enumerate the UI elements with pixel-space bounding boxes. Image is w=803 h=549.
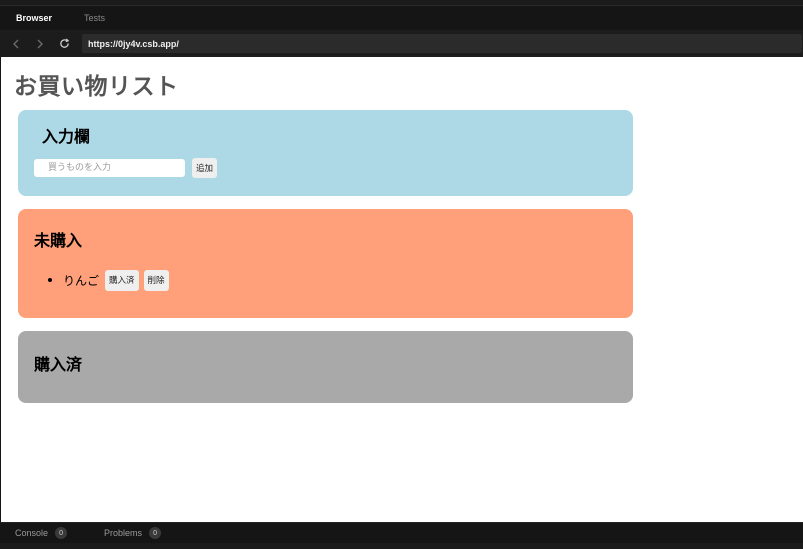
browser-viewport: お買い物リスト 入力欄 追加 未購入 りんご 購入済 削除 購入済	[1, 57, 803, 522]
item-input[interactable]	[34, 159, 185, 177]
status-bar: Console 0 Problems 0	[0, 522, 803, 543]
page-title: お買い物リスト	[14, 74, 179, 100]
tab-browser[interactable]: Browser	[0, 6, 68, 30]
pending-list: りんご 購入済 削除	[48, 269, 169, 291]
purchased-section: 購入済	[18, 331, 633, 403]
pending-section: 未購入 りんご 購入済 削除	[18, 209, 633, 318]
console-count-badge: 0	[55, 527, 68, 539]
console-tab[interactable]: Console 0	[15, 527, 68, 539]
item-name: りんご	[63, 273, 100, 288]
url-bar[interactable]: https://0jy4v.csb.app/	[82, 34, 802, 53]
delete-button[interactable]: 削除	[143, 269, 169, 291]
input-section-heading: 入力欄	[42, 127, 91, 146]
problems-count-badge: 0	[149, 527, 162, 539]
navigation-bar: https://0jy4v.csb.app/	[0, 30, 803, 57]
browser-frame: Browser Tests https://0jy4v.csb.app/ お買い…	[0, 0, 803, 549]
add-button[interactable]: 追加	[192, 158, 218, 178]
mark-purchased-button[interactable]: 購入済	[105, 269, 139, 291]
pending-section-heading: 未購入	[34, 231, 83, 250]
list-item: りんご 購入済 削除	[48, 269, 169, 291]
problems-label: Problems	[104, 528, 143, 538]
chevron-right-icon[interactable]	[28, 30, 52, 57]
problems-tab[interactable]: Problems 0	[104, 527, 162, 539]
window-bottom-strip	[0, 543, 803, 549]
console-label: Console	[15, 528, 49, 538]
chevron-left-icon[interactable]	[4, 30, 28, 57]
preview-tab-bar: Browser Tests	[0, 6, 803, 30]
bullet-icon	[48, 278, 52, 282]
input-section: 入力欄 追加	[18, 110, 633, 196]
purchased-section-heading: 購入済	[34, 355, 83, 374]
tab-tests[interactable]: Tests	[68, 6, 121, 30]
reload-icon[interactable]	[52, 30, 76, 57]
